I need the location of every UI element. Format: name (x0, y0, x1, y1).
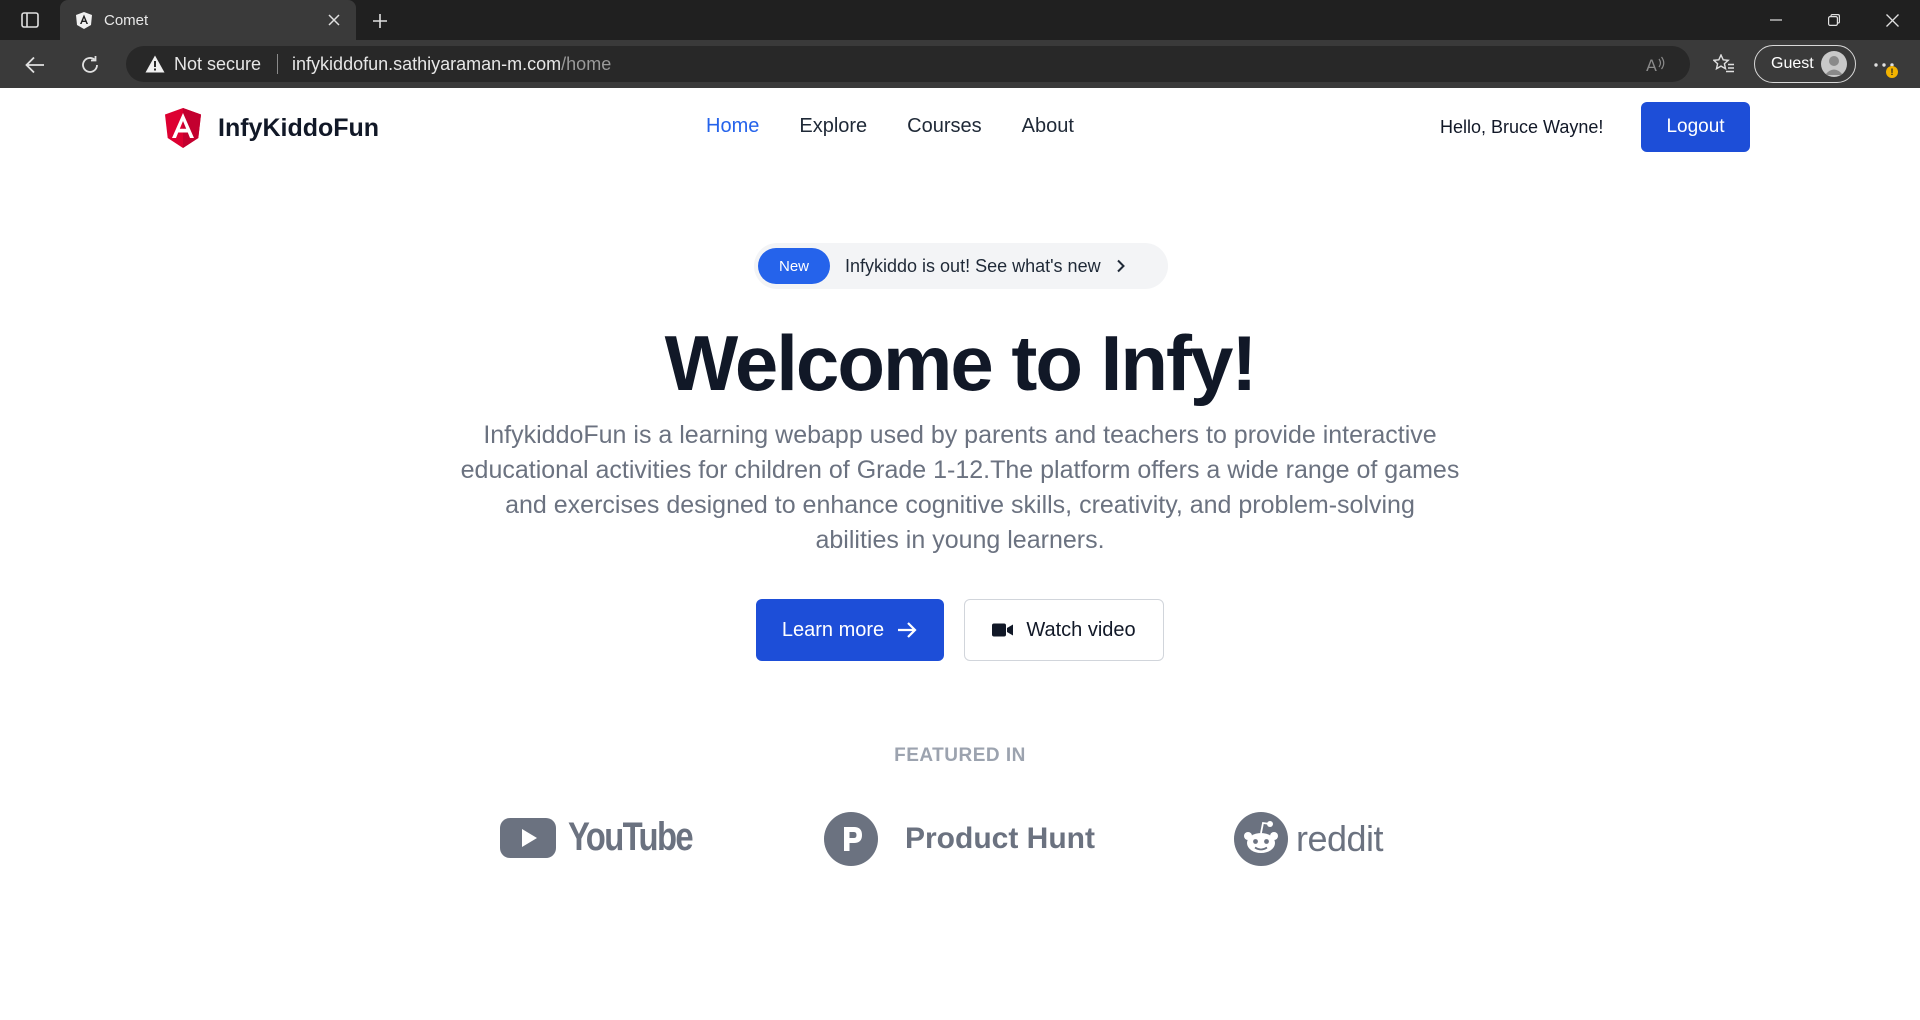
warning-icon[interactable] (144, 53, 166, 75)
nav-about[interactable]: About (1022, 115, 1074, 138)
url-path[interactable]: /home (561, 54, 611, 75)
angular-logo-icon (165, 108, 201, 148)
watch-video-label: Watch video (1026, 618, 1136, 641)
video-camera-icon (992, 621, 1014, 639)
product-hunt-logo[interactable]: Product Hunt (824, 812, 1095, 866)
watch-video-button[interactable]: Watch video (964, 599, 1164, 661)
minimize-icon[interactable] (1748, 0, 1804, 40)
youtube-wordmark: YouTube (568, 815, 694, 859)
read-aloud-icon[interactable]: A (1644, 52, 1668, 76)
back-arrow-icon[interactable] (20, 50, 50, 80)
youtube-icon (500, 817, 556, 858)
profile-label: Guest (1771, 55, 1814, 72)
arrow-right-icon (896, 619, 918, 641)
brand-link[interactable]: InfyKiddoFun (164, 108, 379, 148)
hero-description: InfykiddoFun is a learning webapp used b… (460, 421, 1460, 554)
url-host[interactable]: infykiddofun.sathiyaraman-m.com (292, 54, 561, 75)
security-label[interactable]: Not secure (174, 54, 261, 75)
close-window-icon[interactable] (1864, 0, 1920, 40)
address-bar[interactable]: Not secure infykiddofun.sathiyaraman-m.c… (126, 46, 1690, 82)
hero-title: Welcome to Infy! (664, 319, 1258, 407)
chevron-right-icon (1113, 258, 1129, 274)
angular-favicon-icon (74, 10, 94, 30)
logout-button[interactable]: Logout (1641, 102, 1750, 152)
sidebar-icon[interactable] (18, 8, 42, 32)
product-hunt-icon (824, 812, 878, 866)
tab-title: Comet (104, 11, 149, 29)
announcement-text: Infykiddo is out! See what's new (845, 255, 1101, 276)
profile-button[interactable]: Guest (1754, 45, 1856, 83)
more-icon[interactable]: ! (1868, 50, 1900, 80)
browser-tab[interactable]: Comet (60, 0, 356, 40)
restore-icon[interactable] (1806, 0, 1862, 40)
url-separator (277, 54, 279, 74)
user-greeting: Hello, Bruce Wayne! (1440, 117, 1604, 137)
learn-more-button[interactable]: Learn more (756, 599, 944, 661)
favorites-icon[interactable] (1710, 50, 1738, 78)
reddit-logo[interactable]: reddit (1234, 812, 1384, 866)
nav-home[interactable]: Home (706, 115, 759, 138)
plus-icon[interactable] (366, 7, 394, 35)
reddit-icon (1234, 812, 1288, 866)
close-icon[interactable] (320, 6, 348, 34)
main-nav: Home Explore Courses About (706, 115, 1114, 138)
browser-tab-bar: Comet (0, 0, 1920, 40)
youtube-logo[interactable]: YouTube (500, 815, 719, 860)
learn-more-label: Learn more (781, 618, 885, 641)
browser-toolbar: Not secure infykiddofun.sathiyaraman-m.c… (0, 40, 1920, 88)
brand-name: InfyKiddoFun (218, 113, 380, 142)
featured-in-label: FEATURED IN (894, 745, 1026, 766)
reddit-wordmark: reddit (1296, 818, 1384, 859)
product-hunt-wordmark: Product Hunt (905, 822, 1095, 855)
update-badge-icon: ! (1886, 66, 1898, 78)
nav-explore[interactable]: Explore (799, 115, 867, 138)
new-badge: New (758, 248, 830, 284)
nav-courses[interactable]: Courses (907, 115, 981, 138)
refresh-icon[interactable] (75, 50, 105, 80)
svg-text:A: A (1646, 56, 1657, 73)
avatar-icon (1821, 51, 1847, 77)
announcement-pill[interactable]: New Infykiddo is out! See what's new (754, 243, 1168, 289)
site-header: InfyKiddoFun Home Explore Courses About … (0, 88, 1920, 166)
